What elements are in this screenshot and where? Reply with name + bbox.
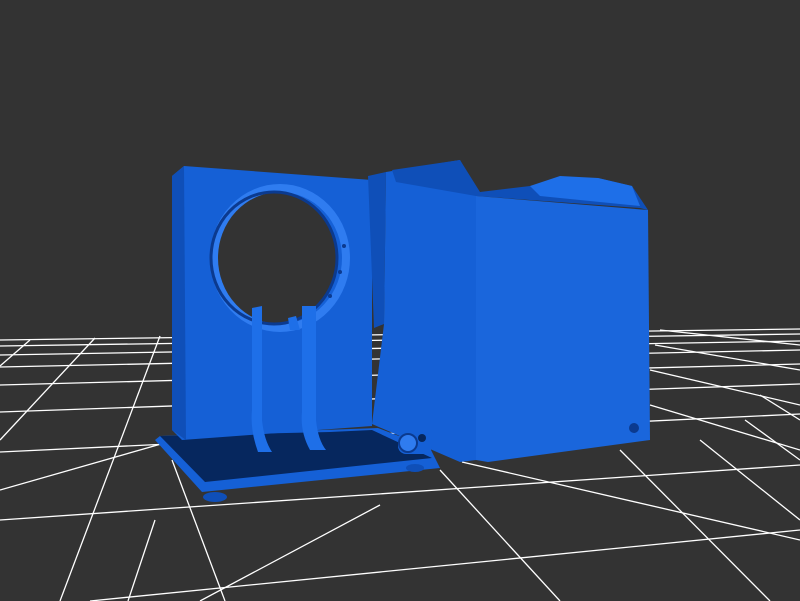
ring-hole-icon	[342, 244, 346, 248]
ring-hole-icon	[328, 294, 332, 298]
3d-model[interactable]	[155, 160, 650, 502]
ring-holder-inner	[209, 190, 339, 326]
ring-hole-icon	[338, 270, 342, 274]
grid-line	[0, 339, 31, 367]
3d-viewport[interactable]	[0, 0, 800, 601]
mount-plate[interactable]	[172, 166, 372, 452]
screw-hole-icon	[629, 423, 639, 433]
enclosure-box[interactable]	[368, 160, 650, 462]
grid-line	[127, 519, 156, 601]
grid-line	[699, 439, 800, 521]
grid-line	[744, 419, 800, 461]
grid-line	[439, 469, 561, 601]
grid-line	[649, 369, 800, 406]
enclosure-front	[476, 196, 650, 462]
grid-line	[461, 461, 800, 541]
hinge-knob-cap	[398, 433, 418, 453]
hinge-pin-icon	[418, 434, 426, 442]
enclosure-side	[372, 160, 476, 462]
grid-line	[649, 404, 800, 451]
grid-line	[199, 504, 381, 601]
base-foot	[203, 492, 227, 502]
mount-plate-side	[172, 166, 186, 440]
hinge-knob[interactable]	[398, 432, 432, 454]
grid-line	[89, 529, 800, 601]
grid-line	[0, 441, 169, 491]
base-plate[interactable]	[155, 428, 440, 502]
scene-canvas[interactable]	[0, 0, 800, 601]
mount-plate-face	[172, 166, 372, 440]
base-foot	[406, 464, 424, 472]
